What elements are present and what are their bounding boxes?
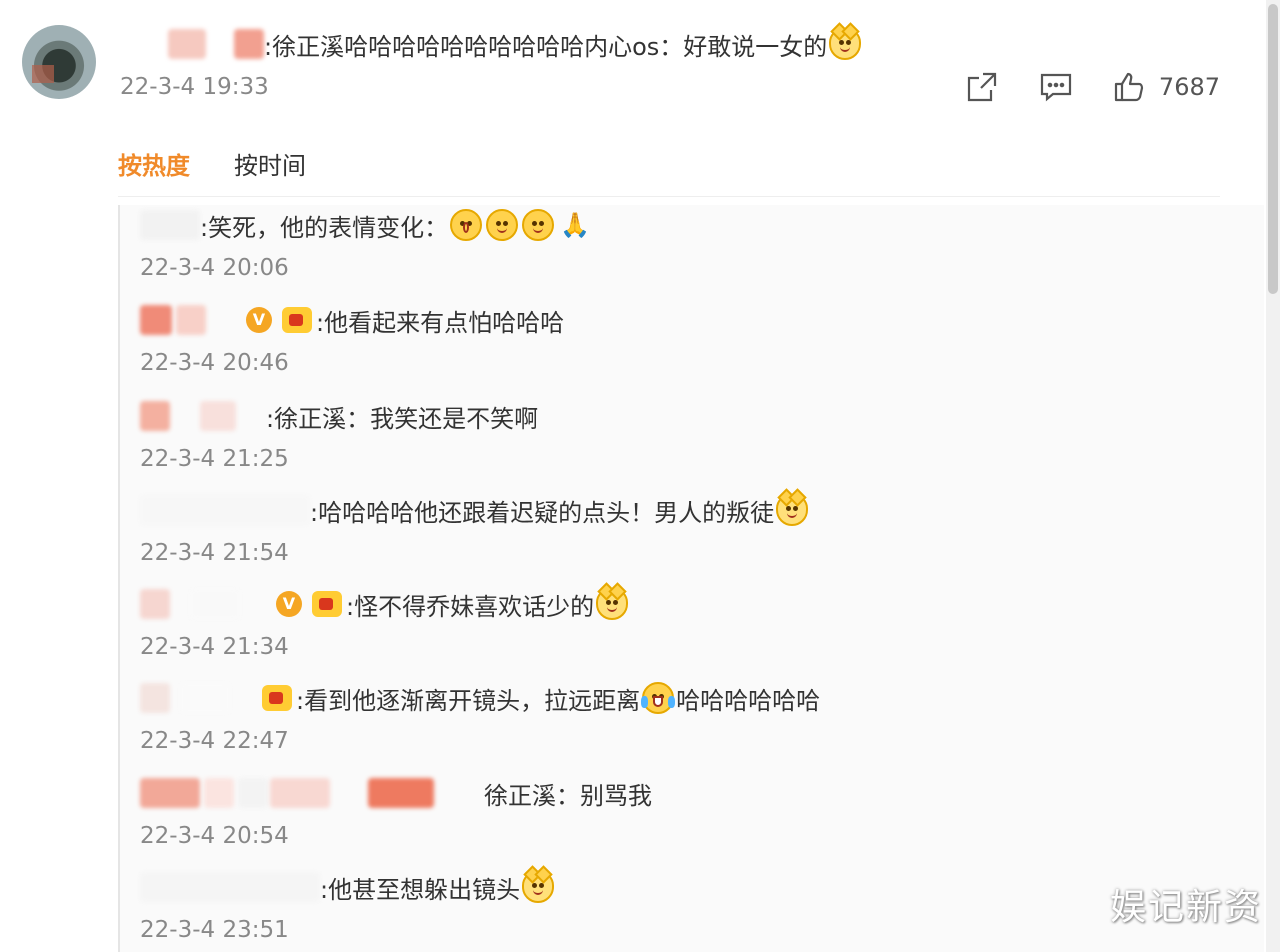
fan-badge-icon xyxy=(262,685,292,711)
reply-timestamp: 22-3-4 22:47 xyxy=(140,728,289,754)
post-content: :徐正溪哈哈哈哈哈哈哈哈哈哈内心os：好敢说一女的 xyxy=(120,22,863,66)
reply-item: :徐正溪：我笑还是不笑啊 22-3-4 21:25 xyxy=(140,396,1270,472)
divider xyxy=(118,196,1220,197)
thumbs-up-icon xyxy=(1113,71,1145,103)
post-text: :徐正溪哈哈哈哈哈哈哈哈哈哈内心os：好敢说一女的 xyxy=(264,32,828,61)
share-button[interactable] xyxy=(965,70,999,104)
share-icon xyxy=(965,70,999,104)
doge-emoji xyxy=(596,588,629,620)
reply-timestamp: 22-3-4 20:54 xyxy=(140,823,289,849)
reply-text: :徐正溪：我笑还是不笑啊 xyxy=(266,404,539,433)
reply-text: :怪不得乔妹喜欢话少的 xyxy=(346,592,595,621)
doge-emoji xyxy=(776,494,809,526)
reply-item: :哈哈哈哈他还跟着迟疑的点头！男人的叛徒 22-3-4 21:54 xyxy=(140,490,1270,566)
reply-text: :哈哈哈哈他还跟着迟疑的点头！男人的叛徒 xyxy=(310,498,775,527)
reply-item: V :怪不得乔妹喜欢话少的 22-3-4 21:34 xyxy=(140,584,1270,660)
reply-item: V :他看起来有点怕哈哈哈 22-3-4 20:46 xyxy=(140,300,1270,376)
user-avatar[interactable] xyxy=(22,25,96,99)
tab-sort-by-time[interactable]: 按时间 xyxy=(234,146,306,181)
blurred-username xyxy=(140,210,200,240)
blurred-username xyxy=(140,872,320,902)
blurred-username xyxy=(140,495,310,525)
fan-badge-icon xyxy=(282,307,312,333)
thread-line xyxy=(118,205,120,952)
like-button[interactable]: 7687 xyxy=(1113,71,1220,103)
reply-text: 哈哈哈哈哈哈 xyxy=(676,686,821,715)
reply-timestamp: 22-3-4 23:51 xyxy=(140,917,289,943)
blurred-username xyxy=(200,401,236,431)
doge-emoji xyxy=(522,871,555,903)
shocked-emoji xyxy=(486,209,519,241)
reply-text: 徐正溪：别骂我 xyxy=(484,781,652,810)
reply-text: :他看起来有点怕哈哈哈 xyxy=(316,308,565,337)
blurred-username xyxy=(238,778,268,808)
comment-icon xyxy=(1039,70,1073,104)
blurred-username xyxy=(140,589,170,619)
comment-button[interactable] xyxy=(1039,70,1073,104)
reply-timestamp: 22-3-4 20:06 xyxy=(140,255,289,281)
doge-emoji xyxy=(829,28,862,60)
blurred-username xyxy=(204,778,234,808)
blurred-username xyxy=(270,778,330,808)
surprised-emoji xyxy=(450,209,483,241)
sort-tabs: 按热度 按时间 xyxy=(118,146,306,181)
blurred-username xyxy=(168,29,206,59)
vip-badge-icon: V xyxy=(276,591,302,617)
post-actions: 7687 xyxy=(965,70,1220,104)
scrollbar[interactable] xyxy=(1266,0,1280,952)
like-count: 7687 xyxy=(1158,73,1220,101)
vip-badge-icon: V xyxy=(246,307,272,333)
blurred-username xyxy=(140,401,170,431)
blurred-username xyxy=(234,29,264,59)
reply-text: :看到他逐渐离开镜头，拉远距离 xyxy=(296,686,641,715)
praying-hands-emoji: 🙏 xyxy=(560,211,590,239)
nervous-emoji xyxy=(522,209,555,241)
reply-text: :笑死，他的表情变化： xyxy=(200,213,449,242)
blurred-username xyxy=(180,683,230,713)
reply-timestamp: 22-3-4 21:54 xyxy=(140,540,289,566)
reply-item: :看到他逐渐离开镜头，拉远距离 哈哈哈哈哈哈 22-3-4 22:47 xyxy=(140,678,1270,754)
blurred-username xyxy=(368,778,434,808)
blurred-username xyxy=(140,305,172,335)
watermark: 娱记新资 xyxy=(1109,887,1262,928)
blurred-username xyxy=(190,589,240,619)
reply-timestamp: 22-3-4 20:46 xyxy=(140,350,289,376)
reply-timestamp: 22-3-4 21:34 xyxy=(140,634,289,660)
post-timestamp: 22-3-4 19:33 xyxy=(120,74,269,100)
reply-text: :他甚至想躲出镜头 xyxy=(320,875,521,904)
reply-item: :他甚至想躲出镜头 22-3-4 23:51 xyxy=(140,867,1270,943)
fan-badge-icon xyxy=(312,591,342,617)
blurred-username xyxy=(140,778,200,808)
tab-sort-by-hot[interactable]: 按热度 xyxy=(118,146,190,181)
reply-item: 徐正溪：别骂我 22-3-4 20:54 xyxy=(140,773,1270,849)
scrollbar-thumb[interactable] xyxy=(1268,4,1278,294)
blurred-username xyxy=(140,683,170,713)
reply-item: :笑死，他的表情变化： 🙏 22-3-4 20:06 xyxy=(140,205,1270,281)
laughing-crying-emoji xyxy=(641,682,676,714)
reply-timestamp: 22-3-4 21:25 xyxy=(140,446,289,472)
blurred-username xyxy=(176,305,206,335)
